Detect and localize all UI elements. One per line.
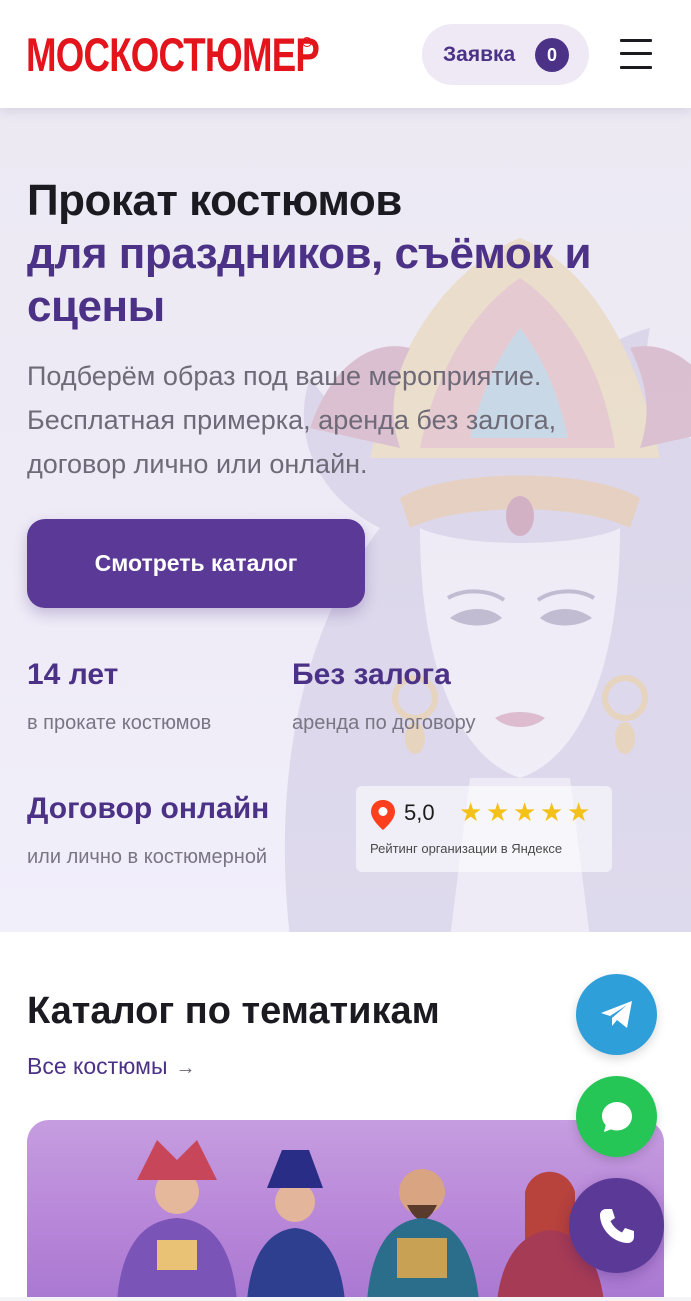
yandex-rating-widget[interactable]: 5,0 ★ ★ ★ ★ ★ Рейтинг организации в Янде…: [356, 786, 612, 872]
site-header: МОСКОСТЮМЕР R Заявка 0: [0, 0, 691, 108]
hamburger-icon[interactable]: [620, 39, 652, 69]
phone-button[interactable]: [569, 1178, 664, 1273]
map-pin-icon: [371, 800, 395, 830]
star-icon: ★: [513, 798, 537, 828]
telegram-icon: [600, 1000, 632, 1028]
hero-title-line2: для праздников, съёмок и сцены: [27, 229, 592, 331]
bottom-edge: [0, 1297, 691, 1301]
chat-bubble-icon: [601, 1101, 632, 1132]
arrow-right-icon: →: [175, 1057, 196, 1079]
stat-years-subtitle: в прокате костюмов: [27, 712, 212, 734]
catalog-category-card[interactable]: [27, 1120, 664, 1301]
order-label: Заявка: [443, 42, 516, 66]
stat-contract-subtitle: или лично в костюмерной: [27, 846, 268, 868]
catalog-card-image: [117, 1140, 604, 1301]
rating-stars: ★ ★ ★ ★ ★: [459, 798, 591, 828]
view-catalog-button[interactable]: Смотреть каталог: [27, 519, 365, 608]
site-logo[interactable]: МОСКОСТЮМЕР: [26, 26, 402, 80]
logo-text: МОСКОСТЮМЕР: [26, 28, 320, 81]
order-count-badge: 0: [535, 38, 569, 72]
phone-icon: [599, 1208, 634, 1243]
hero-subtitle: Подберём образ под ваше мероприятие. Бес…: [27, 361, 557, 479]
rating-label: Рейтинг организации в Яндексе: [370, 841, 563, 856]
star-icon: ★: [486, 798, 510, 828]
all-costumes-link[interactable]: Все костюмы →: [27, 1053, 196, 1080]
chat-button[interactable]: [576, 1076, 657, 1157]
stat-contract-title: Договор онлайн: [27, 792, 270, 825]
hero-section: Прокат костюмов для праздников, съёмок и…: [0, 108, 691, 932]
stat-deposit-title: Без залога: [292, 658, 451, 691]
stat-deposit-subtitle: аренда по договору: [292, 712, 476, 734]
rating-value: 5,0: [404, 800, 435, 825]
star-icon: ★: [567, 798, 591, 828]
star-icon: ★: [540, 798, 564, 828]
star-icon: ★: [459, 798, 483, 828]
registered-mark: R: [302, 37, 312, 47]
order-cart-button[interactable]: Заявка 0: [422, 24, 589, 85]
telegram-button[interactable]: [576, 974, 657, 1055]
hero-title: Прокат костюмов для праздников, съёмок и…: [27, 174, 677, 333]
stat-years-title: 14 лет: [27, 658, 119, 691]
catalog-title: Каталог по тематикам: [27, 990, 440, 1032]
hero-title-line1: Прокат костюмов: [27, 176, 402, 225]
all-costumes-link-label: Все костюмы: [27, 1053, 168, 1079]
